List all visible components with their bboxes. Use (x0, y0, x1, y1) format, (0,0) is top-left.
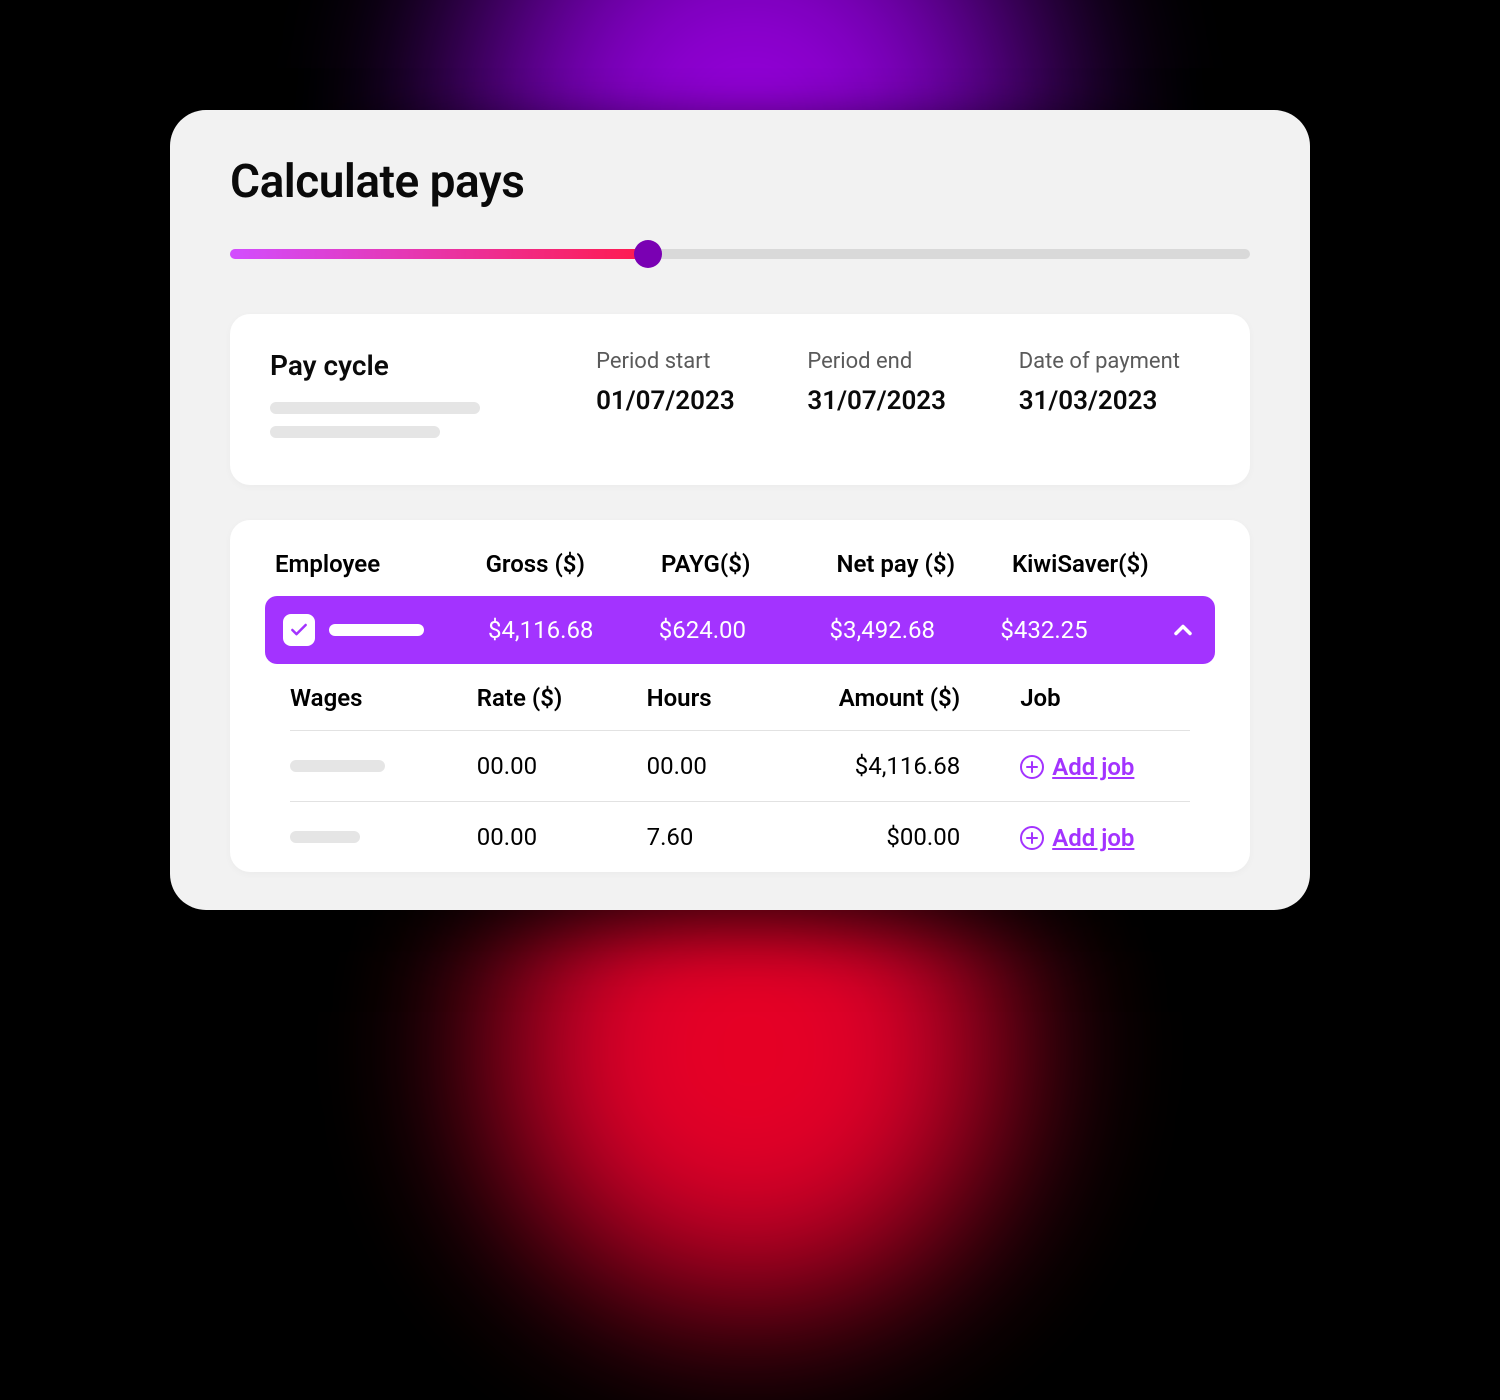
wage-amount: $4,116.68 (816, 752, 1020, 780)
employee-card: Employee Gross ($) PAYG($) Net pay ($) K… (230, 520, 1250, 872)
placeholder-line (270, 426, 440, 438)
plus-circle-icon (1020, 826, 1044, 850)
col-payg: PAYG($) (661, 550, 836, 578)
employee-kiwisaver: $432.25 (1000, 616, 1137, 644)
chevron-up-icon[interactable] (1169, 616, 1197, 644)
employee-row[interactable]: $4,116.68 $624.00 $3,492.68 $432.25 (265, 596, 1215, 664)
wage-hours: 00.00 (647, 752, 817, 780)
employee-name-placeholder (329, 624, 424, 636)
add-job-button[interactable]: Add job (1020, 753, 1134, 781)
period-start-value: 01/07/2023 (596, 386, 787, 416)
wage-name-placeholder (290, 831, 360, 843)
col-hours: Hours (647, 684, 817, 712)
wage-rate: 00.00 (477, 752, 647, 780)
progress-fill (230, 249, 648, 259)
employee-table-header: Employee Gross ($) PAYG($) Net pay ($) K… (265, 550, 1215, 596)
employee-checkbox[interactable] (283, 614, 315, 646)
col-gross: Gross ($) (486, 550, 661, 578)
wage-name-placeholder (290, 760, 385, 772)
pay-cycle-heading: Pay cycle (270, 349, 576, 382)
wage-row: 00.00 7.60 $00.00 Add job (290, 802, 1190, 872)
wage-hours: 7.60 (647, 823, 817, 851)
pay-cycle-card: Pay cycle Period start 01/07/2023 Period… (230, 314, 1250, 485)
employee-gross: $4,116.68 (488, 616, 659, 644)
col-employee: Employee (275, 550, 486, 578)
plus-circle-icon (1020, 755, 1044, 779)
period-end-value: 31/07/2023 (807, 386, 998, 416)
wage-amount: $00.00 (816, 823, 1020, 851)
col-wages: Wages (290, 684, 477, 712)
wage-row: 00.00 00.00 $4,116.68 Add job (290, 731, 1190, 802)
wages-table-header: Wages Rate ($) Hours Amount ($) Job (290, 684, 1190, 731)
placeholder-line (270, 402, 480, 414)
payment-date-label: Date of payment (1019, 349, 1210, 374)
employee-payg: $624.00 (659, 616, 830, 644)
payment-date-value: 31/03/2023 (1019, 386, 1210, 416)
progress-knob[interactable] (634, 240, 662, 268)
period-end-label: Period end (807, 349, 998, 374)
col-kiwisaver: KiwiSaver($) (1012, 550, 1205, 578)
add-job-label: Add job (1052, 824, 1134, 852)
wage-rate: 00.00 (477, 823, 647, 851)
employee-net: $3,492.68 (830, 616, 1001, 644)
add-job-label: Add job (1052, 753, 1134, 781)
page-title: Calculate pays (230, 155, 1250, 209)
progress-bar[interactable] (230, 249, 1250, 259)
col-amount: Amount ($) (816, 684, 1020, 712)
col-rate: Rate ($) (477, 684, 647, 712)
col-job: Job (1020, 684, 1190, 712)
check-icon (289, 620, 309, 640)
calculate-pays-panel: Calculate pays Pay cycle Period start 01… (170, 110, 1310, 910)
period-start-label: Period start (596, 349, 787, 374)
col-net: Net pay ($) (837, 550, 1012, 578)
add-job-button[interactable]: Add job (1020, 824, 1134, 852)
